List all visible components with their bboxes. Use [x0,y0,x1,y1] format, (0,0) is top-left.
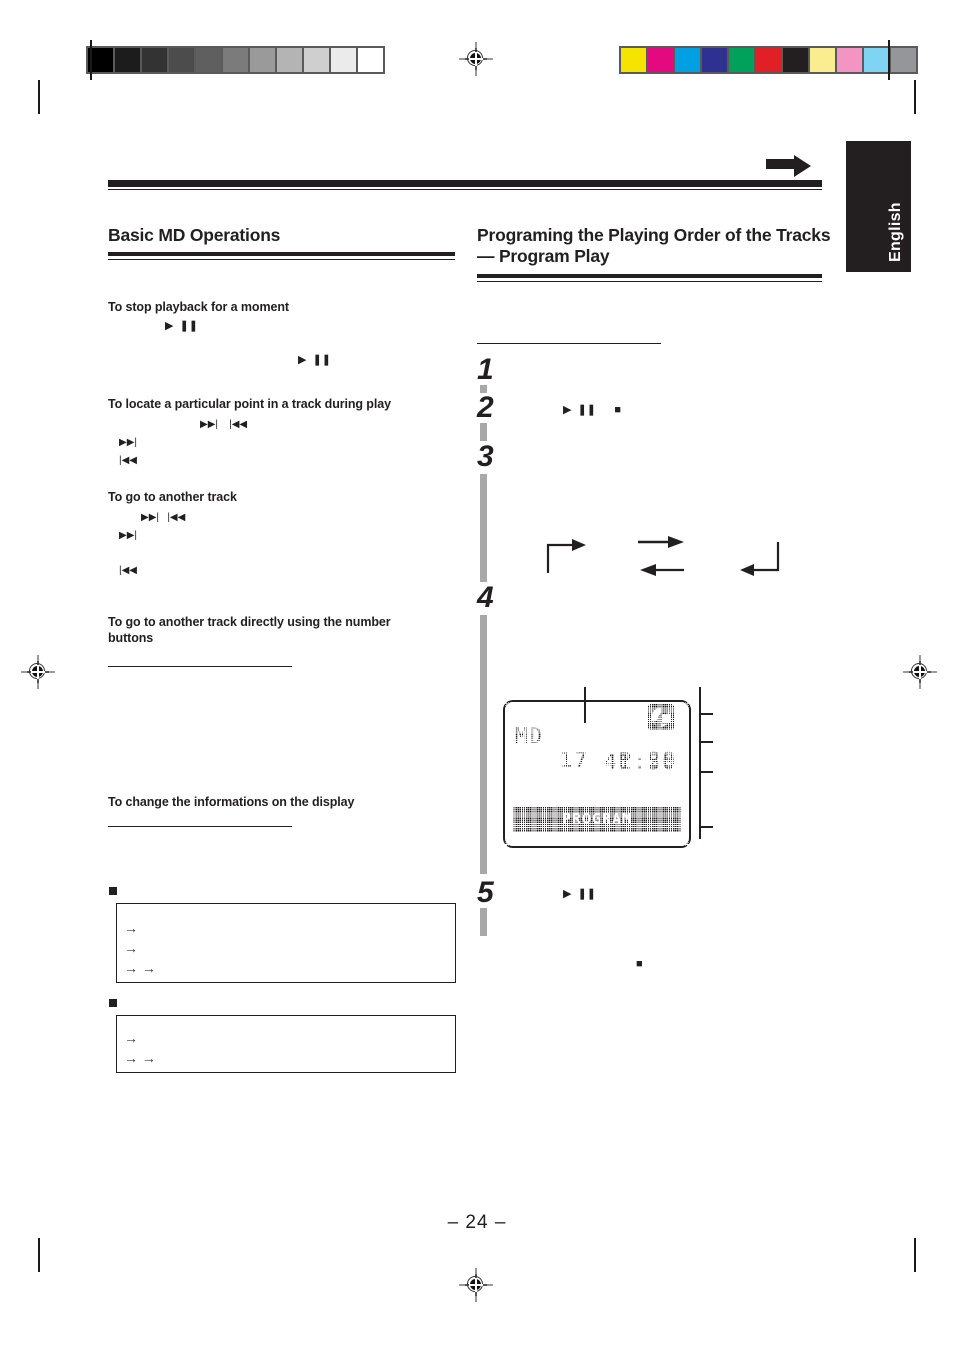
grayscale-patch-4 [196,48,221,72]
manual-page: English Basic MD Operations To stop play… [0,0,954,1351]
registration-mark-top [459,42,493,76]
right-section-title-line2: — Program Play [477,246,610,266]
callout-line-disc [699,713,713,715]
step-number-5: 5 [477,876,494,909]
step-connector-3 [480,474,487,582]
color-patch-6 [783,48,808,72]
step-connector-5 [480,908,487,936]
color-patch-5 [756,48,781,72]
grayscale-calibration-strip [86,46,385,74]
lcd-banner-text: PROGRAM [561,810,633,828]
step-number-2: 2 [477,391,494,424]
registration-mark-left [21,655,55,689]
info-box-1-arrow-1: → [124,920,138,936]
color-patch-1 [648,48,673,72]
step-2-glyphs: ▶ ❚❚ ■ [563,404,621,416]
grayscale-patch-1 [115,48,140,72]
registration-mark-right [903,655,937,689]
bullet-square-1 [109,887,117,895]
glyph-row-track-next: ▶▶| [119,530,137,541]
grayscale-patch-9 [331,48,356,72]
callout-vertical-right [699,687,701,839]
page-number: – 24 – [447,1212,507,1233]
callout-line-time [699,771,713,773]
color-patch-3 [702,48,727,72]
bullet-square-2 [109,999,117,1007]
header-rule-thick [108,180,822,187]
glyph-row-track-skip-inline: ▶▶| |◀◀ [141,512,186,523]
minidisc-icon [648,704,674,730]
glyph-row-play-pause-2: ▶ ❚❚ [298,354,332,366]
callout-line-banner [699,826,713,828]
language-tab: English [846,141,911,272]
color-patch-10 [891,48,916,72]
steps-top-divider [477,343,661,345]
subheading-another-track: To go to another track [108,490,237,504]
color-patch-4 [729,48,754,72]
right-section-rule-thick [477,274,822,278]
step-connector-2 [480,423,487,441]
grayscale-patch-10 [358,48,383,72]
crop-mark-bottom-right [914,1238,916,1272]
glyph-row-track-prev: |◀◀ [119,565,137,576]
step-number-4: 4 [477,581,494,614]
right-tick-line [888,40,890,80]
color-patch-2 [675,48,700,72]
right-section-title-line1: Programing the Playing Order of the Trac… [477,225,831,245]
registration-mark-bottom [459,1268,493,1302]
header-arrow-icon [766,155,811,177]
flow-arrow-diagram [546,536,780,576]
color-calibration-strip [619,46,918,74]
info-box-2 [116,1015,456,1073]
left-tick-line [90,40,92,80]
subheading-stop-playback: To stop playback for a moment [108,300,289,314]
grayscale-patch-5 [223,48,248,72]
left-section-rule-hair [108,259,455,260]
info-box-1-arrow-2: → [124,940,138,956]
left-section-title: Basic MD Operations [108,225,281,245]
glyph-row-play-pause-1: ▶ ❚❚ [165,320,199,332]
grayscale-patch-7 [277,48,302,72]
left-section-rule-thick [108,252,455,256]
crop-mark-bottom-left [38,1238,40,1272]
info-box-1-arrow-3: → → [124,960,156,976]
lcd-track-number: 17 [559,748,590,772]
divider-after-number-buttons [108,666,292,668]
trailing-stop-glyph: ■ [636,958,643,970]
subheading-locate-point: To locate a particular point in a track … [108,397,391,411]
color-patch-7 [810,48,835,72]
callout-line-track [584,687,586,723]
grayscale-patch-2 [142,48,167,72]
color-patch-8 [837,48,862,72]
grayscale-patch-6 [250,48,275,72]
right-section-rule-hair [477,281,822,282]
color-patch-0 [621,48,646,72]
glyph-row-ff-rew-inline: ▶▶| |◀◀ [200,419,248,430]
crop-mark-top-left [38,80,40,114]
header-rule-hairline [108,189,822,190]
grayscale-patch-8 [304,48,329,72]
crop-mark-top-right [914,80,916,114]
info-box-2-arrow-1: → [124,1030,138,1046]
lcd-program-banner: PROGRAM [513,806,681,832]
grayscale-patch-3 [169,48,194,72]
subheading-change-display-info: To change the informations on the displa… [108,795,355,809]
info-box-2-arrow-2: → → [124,1050,156,1066]
subheading-number-buttons: To go to another track directly using th… [108,615,391,645]
info-box-1 [116,903,456,983]
glyph-row-rew: |◀◀ [119,455,137,466]
lcd-time-readout: 41:50 [603,750,677,774]
step-5-glyphs: ▶ ❚❚ [563,888,597,900]
language-tab-label: English [887,202,904,262]
divider-after-display-info [108,826,292,828]
step-number-3: 3 [477,440,494,473]
step-number-1: 1 [477,353,494,386]
lcd-display-panel: MD 17 P 28 41:50 PROGRAM [503,700,691,848]
glyph-row-ff: ▶▶| [119,437,137,448]
callout-line-program [699,741,713,743]
color-patch-9 [864,48,889,72]
